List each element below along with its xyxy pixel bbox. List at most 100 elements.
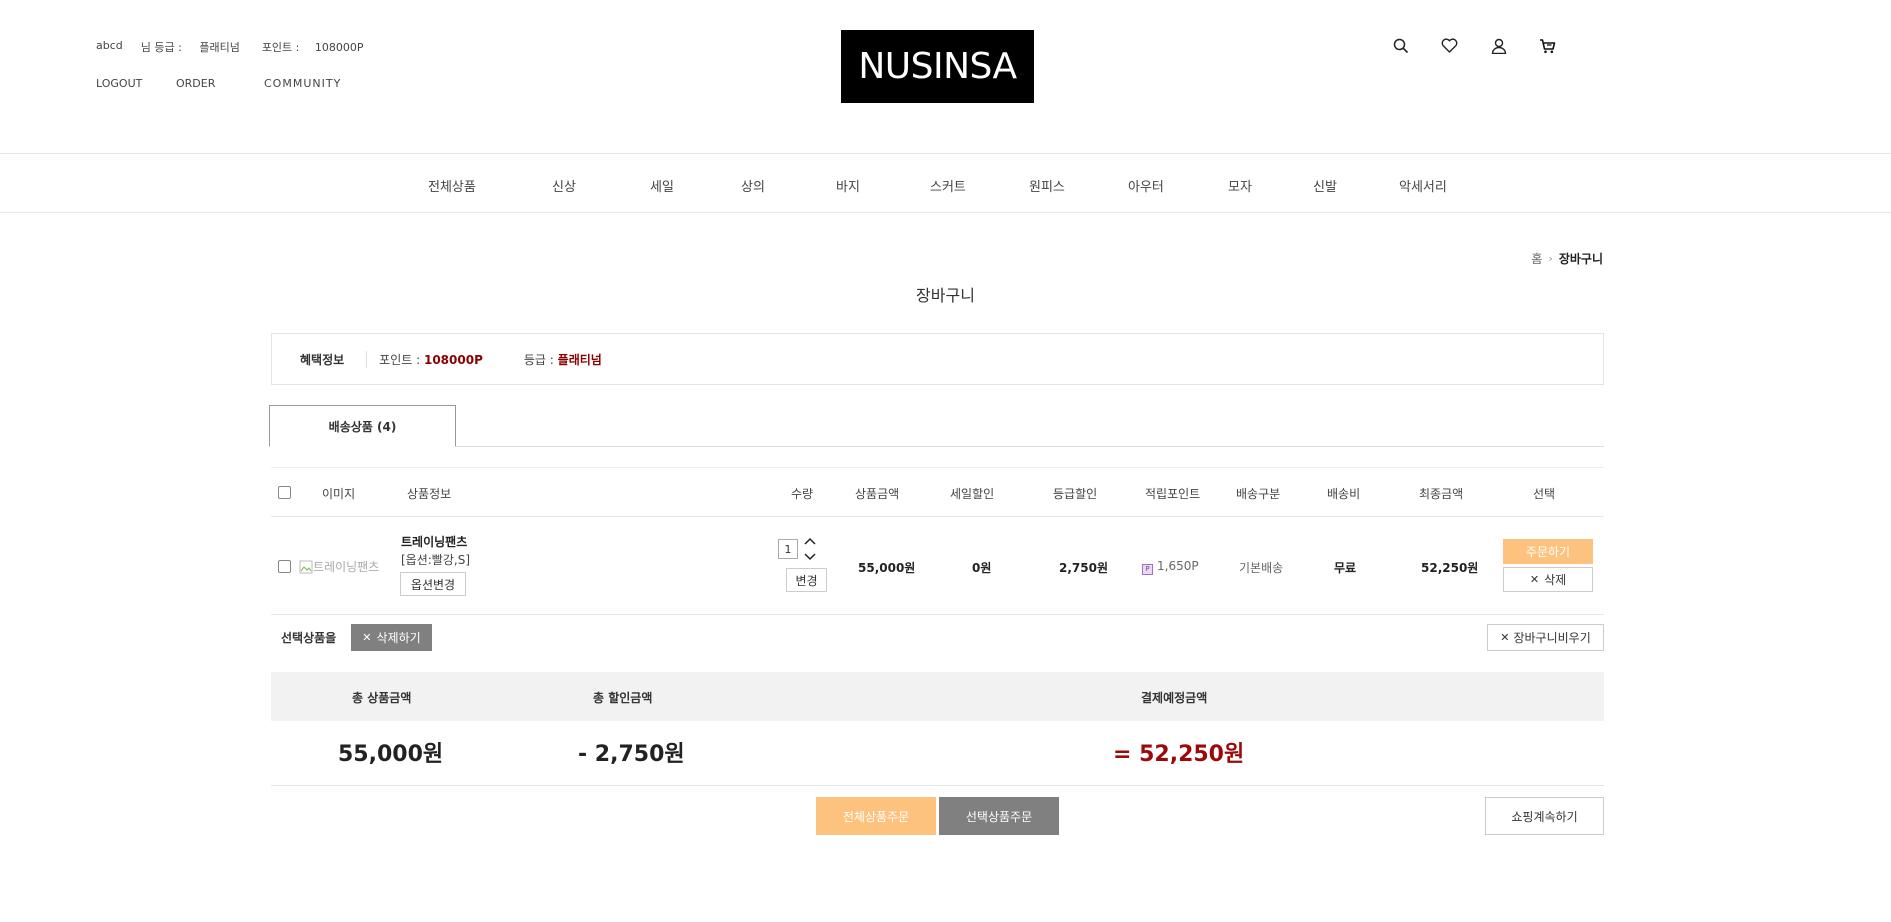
product-price: 55,000원 xyxy=(858,561,916,575)
reward-points-value: 1,650P xyxy=(1157,559,1199,573)
community-link[interactable]: COMMUNITY xyxy=(264,77,341,90)
table-row: 트레이닝팬츠 트레이닝팬츠 [옵션:빨강,S] 옵션변경 1 변경 55,000… xyxy=(271,517,1604,615)
site-logo[interactable]: NUSINSA xyxy=(841,30,1034,103)
close-icon: ✕ xyxy=(1529,573,1540,586)
user-info: abcd 님 등급 : 플래티넘 포인트 : 108000P xyxy=(96,39,386,55)
sale-discount: 0원 xyxy=(972,561,992,575)
category-shoes[interactable]: 신발 xyxy=(1313,176,1337,195)
product-image-alt: 트레이닝팬츠 xyxy=(313,560,380,574)
category-outer[interactable]: 아우터 xyxy=(1128,176,1164,195)
col-quantity: 수량 xyxy=(791,487,814,501)
cart-icon[interactable] xyxy=(1538,36,1557,55)
page-title: 장바구니 xyxy=(916,286,975,305)
col-shipping-fee: 배송비 xyxy=(1327,487,1361,501)
col-sale-discount: 세일할인 xyxy=(950,487,995,501)
col-select: 선택 xyxy=(1533,487,1556,501)
category-hat[interactable]: 모자 xyxy=(1228,176,1252,195)
col-image: 이미지 xyxy=(322,487,356,501)
summary-values: 55,000원 - 2,750원 = 52,250원 xyxy=(271,721,1604,786)
benefit-point: 포인트 : 108000P xyxy=(379,351,483,368)
quantity-input[interactable]: 1 xyxy=(778,539,798,559)
order-all-button[interactable]: 전체상품주문 xyxy=(816,797,936,835)
product-option: [옵션:빨강,S] xyxy=(401,553,470,567)
benefit-grade-label: 등급 : xyxy=(523,352,554,367)
reward-points: P 1,650P xyxy=(1142,559,1199,575)
tab-delivery-products[interactable]: 배송상품 (4) xyxy=(269,405,456,447)
category-pants[interactable]: 바지 xyxy=(836,176,860,195)
close-icon: ✕ xyxy=(1500,631,1510,644)
benefit-label: 혜택정보 xyxy=(300,350,368,368)
total-price-label: 총 상품금액 xyxy=(352,691,412,705)
search-icon[interactable] xyxy=(1391,36,1410,55)
chevron-right-icon: › xyxy=(1548,252,1553,265)
benefit-grade-value: 플래티넘 xyxy=(557,352,602,367)
select-all-checkbox[interactable] xyxy=(278,486,291,499)
benefit-point-label: 포인트 : xyxy=(379,352,421,367)
grade-discount: 2,750원 xyxy=(1059,561,1108,575)
final-price: 52,250원 xyxy=(1421,561,1479,575)
category-all[interactable]: 전체상품 xyxy=(428,176,476,195)
summary-header: 총 상품금액 총 할인금액 결제예정금액 xyxy=(271,672,1604,721)
grade-value: 플래티넘 xyxy=(199,41,240,54)
category-sale[interactable]: 세일 xyxy=(650,176,674,195)
delete-selected-button[interactable]: ✕ 삭제하기 xyxy=(351,624,432,651)
total-discount-value: - 2,750원 xyxy=(578,742,685,767)
user-grade: 님 등급 : 플래티넘 xyxy=(141,39,244,55)
col-product-info: 상품정보 xyxy=(407,487,452,501)
continue-shopping-button[interactable]: 쇼핑계속하기 xyxy=(1485,797,1604,835)
benefit-box: 혜택정보 포인트 : 108000P 등급 : 플래티넘 xyxy=(271,333,1604,385)
chevron-down-icon[interactable] xyxy=(802,551,818,563)
selected-items-label: 선택상품을 xyxy=(281,631,337,645)
delete-selected-label: 삭제하기 xyxy=(376,631,421,645)
order-link[interactable]: ORDER xyxy=(176,77,215,90)
breadcrumb: 홈 › 장바구니 xyxy=(1531,250,1603,267)
broken-image-icon xyxy=(299,560,313,573)
empty-cart-label: 장바구니비우기 xyxy=(1513,631,1591,645)
order-selected-button[interactable]: 선택상품주문 xyxy=(939,797,1059,835)
category-new[interactable]: 신상 xyxy=(552,176,576,195)
benefit-grade: 등급 : 플래티넘 xyxy=(524,351,602,368)
total-discount-label: 총 할인금액 xyxy=(593,691,653,705)
col-points: 적립포인트 xyxy=(1145,487,1201,501)
chevron-up-icon[interactable] xyxy=(802,535,818,547)
pay-amount-value: = 52,250원 xyxy=(1113,742,1245,767)
product-name[interactable]: 트레이닝팬츠 xyxy=(401,533,467,550)
breadcrumb-home[interactable]: 홈 xyxy=(1531,250,1542,267)
category-accessory[interactable]: 악세서리 xyxy=(1399,176,1447,195)
col-shipping-type: 배송구분 xyxy=(1236,487,1281,501)
benefit-point-value: 108000P xyxy=(423,352,483,367)
category-skirt[interactable]: 스커트 xyxy=(930,176,966,195)
row-checkbox[interactable] xyxy=(278,560,291,573)
shipping-fee: 무료 xyxy=(1334,561,1357,575)
point-label: 포인트 : xyxy=(261,41,300,54)
user-id: abcd xyxy=(96,39,123,52)
empty-cart-button[interactable]: ✕ 장바구니비우기 xyxy=(1487,624,1604,651)
top-header: abcd 님 등급 : 플래티넘 포인트 : 108000P LOGOUT OR… xyxy=(0,0,1891,154)
close-icon: ✕ xyxy=(362,631,372,644)
col-grade-discount: 등급할인 xyxy=(1053,487,1098,501)
col-price: 상품금액 xyxy=(855,487,900,501)
table-header: 이미지 상품정보 수량 상품금액 세일할인 등급할인 적립포인트 배송구분 배송… xyxy=(271,468,1604,517)
option-change-button[interactable]: 옵션변경 xyxy=(400,572,466,596)
product-image[interactable]: 트레이닝팬츠 xyxy=(299,558,379,575)
delete-item-label: 삭제 xyxy=(1544,573,1567,587)
category-nav: 전체상품 신상 세일 상의 바지 스커트 원피스 아우터 모자 신발 악세서리 xyxy=(0,154,1891,213)
tab-divider xyxy=(269,446,1604,447)
util-icons xyxy=(1391,36,1557,55)
quantity-change-button[interactable]: 변경 xyxy=(786,568,827,592)
category-onepiece[interactable]: 원피스 xyxy=(1029,176,1065,195)
logout-link[interactable]: LOGOUT xyxy=(96,77,142,90)
point-value: 108000P xyxy=(314,41,364,54)
breadcrumb-current: 장바구니 xyxy=(1558,252,1603,266)
total-price-value: 55,000원 xyxy=(338,742,444,767)
col-final-price: 최종금액 xyxy=(1419,487,1464,501)
user-icon[interactable] xyxy=(1489,36,1508,55)
user-point: 포인트 : 108000P xyxy=(262,39,368,55)
pay-amount-label: 결제예정금액 xyxy=(1141,691,1208,705)
shipping-type: 기본배송 xyxy=(1239,561,1284,575)
heart-icon[interactable] xyxy=(1440,36,1459,55)
order-item-button[interactable]: 주문하기 xyxy=(1503,539,1593,564)
point-icon: P xyxy=(1142,564,1153,575)
category-top[interactable]: 상의 xyxy=(741,176,765,195)
delete-item-button[interactable]: ✕ 삭제 xyxy=(1503,567,1593,592)
